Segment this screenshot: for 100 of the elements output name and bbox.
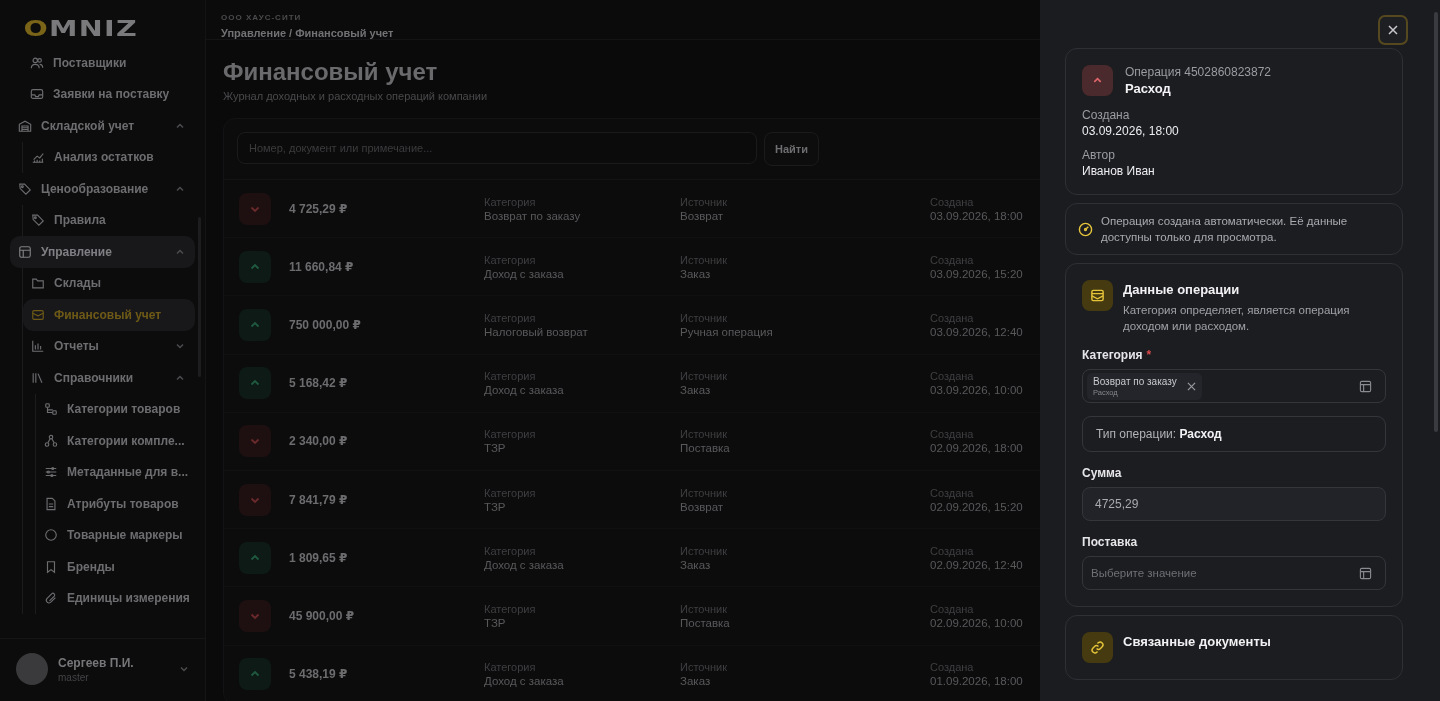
amount: 2 340,00 ₽: [289, 434, 349, 449]
section-title: Данные операции: [1123, 282, 1241, 297]
breadcrumb: Управление / Финансовый учет: [221, 27, 395, 39]
page-subtitle: Журнал доходных и расходных операций компании: [223, 90, 489, 102]
operation-type: Расход: [1125, 81, 1172, 96]
nav-group[interactable]: Ценообразование: [10, 173, 195, 205]
books-icon: [31, 370, 45, 385]
supply-select[interactable]: Выберите значение: [1082, 556, 1386, 590]
operation-number: Операция 4502860823872: [1125, 65, 1272, 79]
user-name: Сергеев П.И.: [58, 655, 135, 670]
bookmark-icon: [44, 559, 58, 574]
category-value: Доход с заказа: [484, 675, 565, 688]
category-value: ТЗР: [484, 500, 507, 513]
nav-item[interactable]: Финансовый учет: [23, 299, 195, 331]
network-icon: [44, 433, 58, 448]
avatar: [16, 653, 48, 685]
nav-group[interactable]: Справочники: [23, 362, 195, 394]
hierarchy-icon: [44, 402, 58, 417]
section-description: Категория определяет, является операция доходом или расходом.: [1123, 303, 1351, 334]
category-value: Доход с заказа: [484, 558, 565, 571]
amount: 5 438,19 ₽: [289, 667, 349, 682]
amount: 1 809,65 ₽: [289, 550, 349, 565]
nav-item[interactable]: Единицы измерения: [36, 582, 195, 614]
nav-item[interactable]: Метаданные для в...: [36, 456, 195, 488]
source-value: Заказ: [680, 384, 712, 397]
inbox-icon: [30, 87, 44, 102]
nav-item[interactable]: Категории компле...: [36, 425, 195, 457]
nav-group[interactable]: Управление: [10, 236, 195, 268]
nav-item[interactable]: Бренды: [36, 551, 195, 583]
created-value: 03.09.2026, 10:00: [930, 384, 1024, 397]
source-value: Поставка: [680, 616, 731, 629]
company-name: ООО ХАУС-СИТИ: [221, 13, 303, 22]
layout-icon: [18, 244, 32, 259]
created-value: 02.09.2026, 12:40: [930, 558, 1024, 571]
created-value: 02.09.2026, 18:00: [930, 442, 1024, 455]
nav-item[interactable]: Анализ остатков: [23, 141, 195, 173]
search-button[interactable]: Найти: [764, 132, 819, 166]
category-value: Налоговый возврат: [484, 325, 589, 338]
source-value: Заказ: [680, 675, 712, 688]
category-value: ТЗР: [484, 442, 507, 455]
amount: 4 725,29 ₽: [289, 201, 349, 216]
people-icon: [30, 55, 44, 70]
folder-icon: [31, 276, 45, 291]
warehouse-icon: [18, 118, 32, 133]
user-role: master: [58, 671, 90, 683]
field-label: Автор: [1082, 148, 1116, 162]
created-value: 01.09.2026, 18:00: [930, 675, 1024, 688]
amount: 11 660,84 ₽: [289, 259, 355, 274]
sliders-icon: [44, 465, 58, 480]
amount: 750 000,00 ₽: [289, 317, 362, 332]
logo: OMNIZ: [22, 15, 139, 43]
created-value: 02.09.2026, 10:00: [930, 616, 1024, 629]
amount: 5 168,42 ₽: [289, 376, 349, 391]
gauge-icon: [1078, 221, 1093, 237]
close-button[interactable]: [1378, 15, 1408, 45]
created-value: 03.09.2026, 18:00: [930, 209, 1024, 222]
nav-group[interactable]: Складской учет: [10, 110, 195, 142]
category-value: Возврат по заказу: [484, 209, 582, 222]
nav-group[interactable]: Отчеты: [23, 330, 195, 362]
page-title: Финансовый учет: [223, 58, 439, 86]
circle-icon: [44, 528, 58, 543]
source-value: Поставка: [680, 442, 731, 455]
created-value: 03.09.2026, 12:40: [930, 325, 1024, 338]
required-mark: *: [1146, 348, 1152, 362]
remove-icon[interactable]: [1186, 381, 1196, 391]
nav-item[interactable]: Заявки на поставку: [22, 78, 195, 110]
nav-item[interactable]: Склады: [23, 267, 195, 299]
paperclip-icon: [44, 591, 58, 606]
source-value: Возврат: [680, 500, 725, 513]
field-label: Создана: [1082, 108, 1131, 122]
nav-item[interactable]: Атрибуты товаров: [36, 488, 195, 520]
field-label: Сумма: [1082, 466, 1122, 480]
chevron-icon: [179, 664, 189, 674]
field-label: Категория: [1082, 348, 1143, 362]
field-value: 03.09.2026, 18:00: [1082, 124, 1180, 138]
nav-item[interactable]: Товарные маркеры: [36, 519, 195, 551]
source-value: Заказ: [680, 267, 712, 280]
tag-icon: [18, 181, 32, 196]
layout-icon[interactable]: [1359, 379, 1372, 393]
scrollbar[interactable]: [1434, 12, 1438, 432]
nav-item[interactable]: Категории товаров: [36, 393, 195, 425]
nav-item[interactable]: Правила: [23, 204, 195, 236]
created-value: 02.09.2026, 15:20: [930, 500, 1024, 513]
source-value: Ручная операция: [680, 325, 774, 338]
link-icon: [1082, 632, 1113, 663]
category-value: Доход с заказа: [484, 267, 565, 280]
field-value: Иванов Иван: [1082, 164, 1156, 178]
layout-icon[interactable]: [1359, 566, 1372, 580]
section-title: Связанные документы: [1123, 634, 1271, 649]
nav-item[interactable]: Поставщики: [22, 47, 195, 79]
category-value: Доход с заказа: [484, 384, 565, 397]
mail-icon: [31, 307, 45, 322]
notice-text: Операция создана автоматически. Её данные доступны только для просмотра.: [1101, 214, 1349, 245]
operation-type-info: Тип операции: Расход: [1096, 427, 1222, 441]
source-value: Возврат: [680, 209, 725, 222]
amount-field[interactable]: 4725,29: [1082, 487, 1386, 521]
close-icon[interactable]: [1388, 25, 1398, 35]
field-label: Поставка: [1082, 535, 1138, 549]
amount: 7 841,79 ₽: [289, 492, 349, 507]
category-value: ТЗР: [484, 616, 507, 629]
